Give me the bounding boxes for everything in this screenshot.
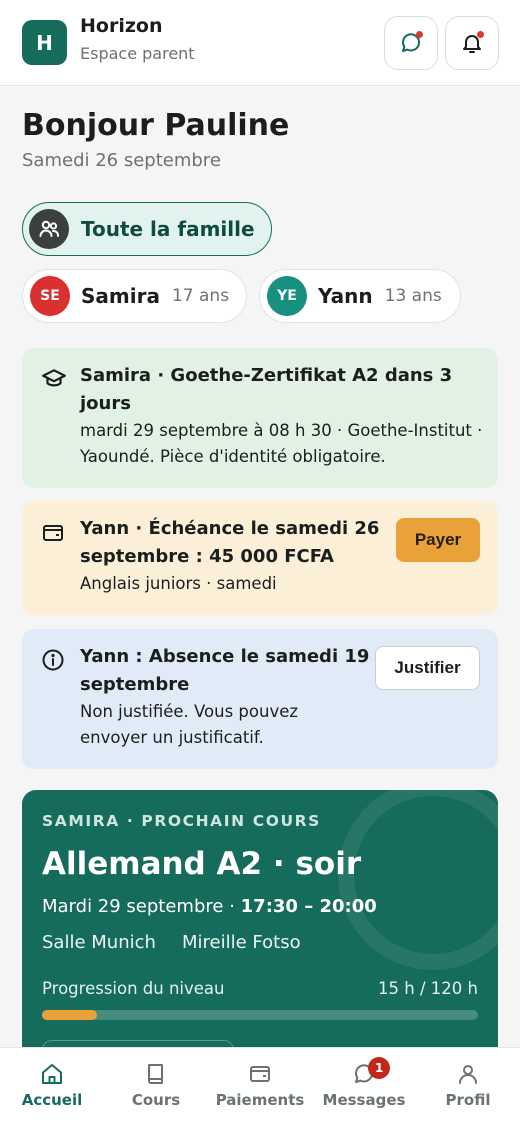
bottom-nav: Accueil Cours Paiements 1 Messages Profi… [0,1047,520,1125]
alert-text: mardi 29 septembre à 08 h 30 · Goethe-In… [80,421,483,466]
nav-item-accueil[interactable]: Accueil [0,1048,104,1125]
app-name: Horizon [80,15,163,37]
current-date: Samedi 26 septembre [22,150,221,171]
app-logo: H [22,20,67,65]
course-schedule: Mardi 29 septembre · 17:30 – 20:00 [42,896,377,917]
justify-button[interactable]: Justifier [375,646,480,690]
alert-payment-card[interactable]: Yann · Échéance le samedi 26 septembre :… [22,501,498,615]
filter-child-yann[interactable]: YE Yann 13 ans [259,269,461,323]
course-title: Allemand A2 · soir [42,846,362,882]
course-date: Mardi 29 septembre · [42,896,235,917]
app-header: H Horizon Espace parent [0,0,520,86]
info-icon [41,648,65,676]
avatar: SE [30,276,70,316]
course-eyebrow: SAMIRA · PROCHAIN COURS [42,812,321,830]
progress-label: Progression du niveau [42,979,225,998]
app-subtitle: Espace parent [80,44,195,63]
nav-label: Paiements [215,1091,305,1109]
filter-child-samira[interactable]: SE Samira 17 ans [22,269,247,323]
wallet-icon [41,521,65,549]
progress-value: 15 h / 120 h [378,979,478,998]
nav-label: Cours [131,1091,181,1109]
filter-all-family-label: Toute la famille [81,217,255,241]
nav-item-profil[interactable]: Profil [416,1048,520,1125]
child-name: Samira [81,284,160,308]
course-teacher: Mireille Fotso [182,932,301,953]
alert-absence-card[interactable]: Yann : Absence le samedi 19 septembre No… [22,629,498,769]
nav-label: Messages [322,1091,406,1109]
chat-button[interactable] [384,16,438,70]
unread-dot [416,31,423,38]
nav-label: Profil [445,1091,491,1109]
nav-label: Accueil [21,1091,83,1109]
unread-count-badge: 1 [368,1057,391,1079]
alert-title: Yann : Absence le samedi 19 septembre [80,646,370,695]
alert-text: Non justifiée. Vous pouvez envoyer un ju… [80,702,299,747]
child-name: Yann [318,284,373,308]
pay-button[interactable]: Payer [396,518,480,562]
notification-dot [477,31,484,38]
alert-exam-card[interactable]: Samira · Goethe-Zertifikat A2 dans 3 jou… [22,348,498,488]
progress-fill [42,1010,97,1020]
course-time: 17:30 – 20:00 [240,896,377,917]
home-icon [42,1064,62,1084]
graduation-cap-icon [41,366,67,396]
alert-title: Yann · Échéance le samedi 26 septembre :… [80,518,380,567]
page-title: Bonjour Pauline [22,108,290,143]
filter-all-family[interactable]: Toute la famille [22,202,272,256]
notifications-button[interactable] [445,16,499,70]
decorative-ring [338,790,498,970]
family-icon [29,209,69,249]
nav-item-messages[interactable]: 1 Messages [312,1048,416,1125]
child-age: 13 ans [384,286,442,306]
course-room: Salle Munich [42,932,156,953]
child-age: 17 ans [171,286,230,306]
nav-item-cours[interactable]: Cours [104,1048,208,1125]
user-icon [459,1065,477,1084]
wallet-icon [250,1066,270,1082]
avatar: YE [267,276,307,316]
nav-item-paiements[interactable]: Paiements [208,1048,312,1125]
progress-bar [42,1010,478,1020]
alert-text: Anglais juniors · samedi [80,574,277,593]
alert-title: Samira · Goethe-Zertifikat A2 dans 3 jou… [80,365,453,414]
book-icon [148,1064,163,1084]
next-course-card[interactable]: SAMIRA · PROCHAIN COURS Allemand A2 · so… [22,790,498,1090]
